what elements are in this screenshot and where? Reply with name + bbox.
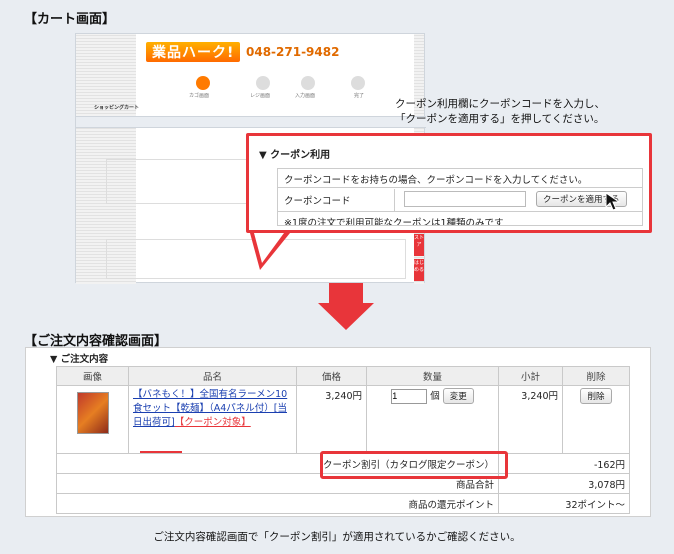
step-2-icon	[256, 76, 270, 90]
torn-separator	[76, 116, 426, 128]
shop-phone: 048-271-9482	[246, 45, 340, 59]
col-header-price: 価格	[296, 366, 367, 386]
down-arrow-body	[329, 283, 363, 303]
step-3-icon	[301, 76, 315, 90]
qty-unit: 個	[430, 391, 440, 402]
mouse-cursor-icon	[605, 192, 621, 211]
col-header-delete: 削除	[562, 366, 630, 386]
coupon-panel-title: ▼ クーポン利用	[259, 150, 331, 161]
delete-cell: 削除	[562, 385, 630, 454]
points-value: 32ポイント〜	[498, 493, 630, 514]
product-image-cell	[56, 385, 129, 454]
product-thumbnail[interactable]	[76, 392, 109, 434]
coupon-form: クーポンコードをお持ちの場合、クーポンコードを入力してください。 クーポンコード…	[277, 168, 643, 226]
step-label-2: レジ画面	[250, 93, 271, 99]
col-header-qty: 数量	[366, 366, 499, 386]
coupon-code-input[interactable]	[404, 191, 526, 207]
points-label: 商品の還元ポイント	[56, 493, 499, 514]
cart-screen-heading: 【カート画面】	[24, 12, 116, 27]
col-header-subtotal: 小計	[498, 366, 563, 386]
col-header-image: 画像	[56, 366, 129, 386]
coupon-panel: ▼ クーポン利用 クーポンコードをお持ちの場合、クーポンコードを入力してください…	[246, 133, 652, 233]
subtotal-cell: 3,240円	[498, 385, 563, 454]
callout-line-2: 「クーポンを適用する」を押してください。	[395, 113, 605, 125]
coupon-instruction: クーポンコードをお持ちの場合、クーポンコードを入力してください。	[284, 175, 588, 186]
col-header-name: 品名	[128, 366, 297, 386]
change-qty-button[interactable]: 変更	[442, 388, 474, 404]
page-label: ショッピングカート	[94, 105, 140, 111]
shop-logo: 業品ハーク!	[146, 42, 241, 62]
coupon-code-label: クーポンコード	[284, 196, 351, 207]
login-box	[106, 159, 256, 204]
step-label-4: 完了	[354, 93, 365, 99]
step-label-3: 入力画面	[295, 93, 316, 99]
callout-line-1: クーポン利用欄にクーポンコードを入力し、	[395, 98, 605, 110]
delete-button[interactable]: 削除	[580, 388, 612, 404]
price-cell: 3,240円	[296, 385, 367, 454]
footer-note: ご注文内容確認画面で「クーポン割引」が適用されているかご確認ください。	[153, 531, 521, 543]
step-label-1: カゴ画面	[189, 93, 210, 99]
down-arrow-icon	[318, 303, 374, 330]
coupon-discount-highlight	[320, 451, 508, 479]
qty-input[interactable]	[391, 388, 428, 404]
coupon-discount-value: -162円	[498, 453, 630, 474]
order-confirmation: ▼ ご注文内容 画像 品名 価格 数量 小計 削除 【バネもく！】全国有名ラーメ…	[25, 347, 651, 517]
step-4-icon	[351, 76, 365, 90]
item-total-value: 3,078円	[498, 473, 630, 494]
product-name-cell: 【バネもく！】全国有名ラーメン10食セット【乾麺】（A4パネル付）[当日出荷可]…	[128, 385, 297, 454]
step-1-icon	[196, 76, 210, 90]
coupon-target-underline	[140, 451, 182, 453]
coupon-target-tag[interactable]: 【クーポン対象】	[175, 417, 251, 428]
order-table: 画像 品名 価格 数量 小計 削除 【バネもく！】全国有名ラーメン10食セット【…	[56, 366, 630, 514]
coupon-note: ※1度の注文で利用可能なクーポンは1種類のみです	[284, 218, 504, 225]
side-tab-2[interactable]: はじめる	[414, 259, 424, 281]
callout-text: クーポン利用欄にクーポンコードを入力し、 「クーポンを適用する」を押してください…	[395, 97, 605, 127]
side-tab-1[interactable]: ストア	[414, 234, 424, 256]
qty-cell: 個 変更	[366, 385, 499, 454]
order-section-title: ▼ ご注文内容	[50, 354, 109, 365]
